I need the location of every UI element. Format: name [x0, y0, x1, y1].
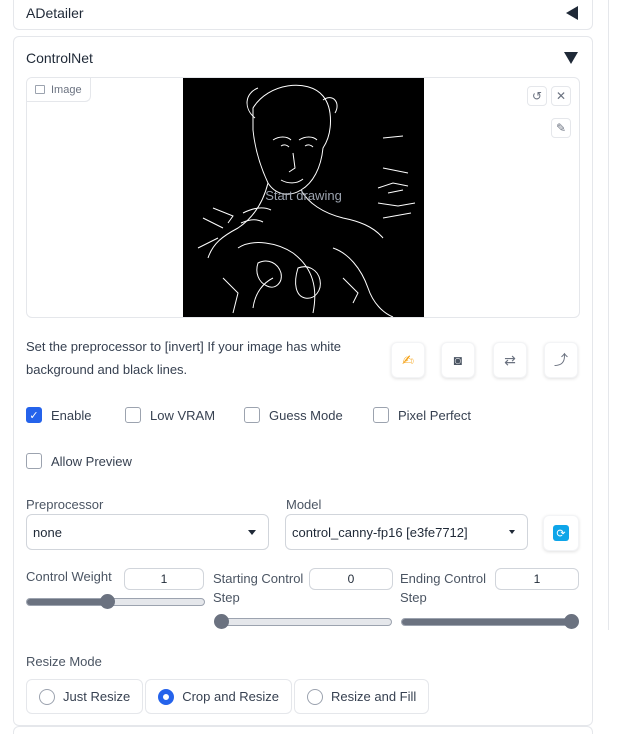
- camera-button[interactable]: ◙: [441, 342, 475, 378]
- radio-dot[interactable]: [39, 688, 55, 705]
- clear-button[interactable]: ✕: [551, 86, 571, 106]
- enable-label: Enable: [51, 407, 92, 423]
- image-label-text: Image: [51, 83, 82, 96]
- curve-arrow-icon: ⤴: [554, 352, 568, 368]
- ending-step-input[interactable]: 1: [495, 568, 579, 590]
- checkbox-box[interactable]: ✓: [26, 407, 42, 423]
- radio-dot[interactable]: [307, 688, 324, 705]
- radio-dot[interactable]: [158, 688, 175, 705]
- resize-mode-radio-group: Just Resize Crop and Resize Resize and F…: [26, 679, 430, 714]
- control-weight-input[interactable]: 1: [124, 568, 204, 590]
- canvas-hint: Start drawing: [265, 188, 342, 203]
- drawing-canvas[interactable]: Start drawing: [183, 78, 424, 317]
- control-weight-slider[interactable]: [26, 594, 205, 609]
- adetailer-accordion[interactable]: ADetailer: [13, 0, 593, 30]
- right-rail: [608, 0, 617, 630]
- preprocessor-value: none: [33, 524, 62, 540]
- close-icon: ✕: [555, 89, 567, 103]
- pixel-perfect-label: Pixel Perfect: [398, 407, 471, 423]
- allow-preview-label: Allow Preview: [51, 453, 132, 469]
- image-input-panel: Image Start drawing ↺ ✕ ✎: [26, 77, 580, 318]
- ending-step-label: Ending Control Step: [400, 569, 486, 607]
- refresh-models-button[interactable]: ⟳: [543, 515, 579, 551]
- checkbox-box[interactable]: [244, 407, 260, 423]
- radio-label: Crop and Resize: [182, 689, 280, 704]
- radio-just-resize[interactable]: Just Resize: [26, 679, 144, 714]
- swap-icon: ⇄: [504, 351, 516, 368]
- adetailer-title[interactable]: ADetailer: [26, 5, 84, 21]
- chevron-down-icon: [509, 530, 515, 534]
- image-icon: [35, 85, 45, 94]
- checkbox-box[interactable]: [125, 407, 141, 423]
- guess-mode-label: Guess Mode: [269, 407, 343, 423]
- low-vram-checkbox[interactable]: Low VRAM: [125, 407, 215, 423]
- collapse-arrow-icon[interactable]: [566, 6, 578, 20]
- ending-step-label-line2: Step: [400, 590, 427, 605]
- edit-button[interactable]: ✍: [391, 342, 425, 378]
- radio-label: Resize and Fill: [331, 689, 417, 704]
- undo-button[interactable]: ↺: [527, 86, 547, 106]
- preprocessor-dropdown[interactable]: none: [26, 514, 269, 550]
- image-label: Image: [27, 78, 91, 102]
- preprocessor-hint: Set the preprocessor to [invert] If your…: [26, 339, 342, 377]
- slider-thumb[interactable]: [214, 614, 229, 629]
- allow-preview-checkbox[interactable]: Allow Preview: [26, 453, 132, 469]
- model-label: Model: [286, 497, 322, 512]
- model-value: control_canny-fp16 [e3fe7712]: [292, 524, 468, 540]
- radio-crop-and-resize[interactable]: Crop and Resize: [145, 679, 293, 714]
- ending-step-slider[interactable]: [401, 614, 579, 629]
- starting-step-input[interactable]: 0: [309, 568, 393, 590]
- checkbox-box[interactable]: [26, 453, 42, 469]
- next-section-border: [13, 726, 593, 734]
- brush-icon: ✎: [555, 121, 567, 135]
- starting-step-label-line1: Starting Control: [213, 571, 304, 586]
- controlnet-title[interactable]: ControlNet: [26, 50, 93, 66]
- slider-fill: [27, 599, 107, 605]
- ending-step-label-line1: Ending Control: [400, 571, 486, 586]
- low-vram-label: Low VRAM: [150, 407, 216, 423]
- pixel-perfect-checkbox[interactable]: Pixel Perfect: [373, 407, 471, 423]
- enable-checkbox[interactable]: ✓ Enable: [26, 407, 91, 423]
- checkbox-box[interactable]: [373, 407, 389, 423]
- refresh-icon: ⟳: [553, 525, 569, 541]
- slider-fill: [402, 619, 571, 625]
- edit-icon: ✍: [402, 351, 414, 368]
- radio-label: Just Resize: [63, 689, 131, 704]
- slider-thumb[interactable]: [564, 614, 579, 629]
- send-dimensions-button[interactable]: ⤴: [544, 342, 578, 378]
- camera-icon: ◙: [453, 352, 463, 368]
- guess-mode-checkbox[interactable]: Guess Mode: [244, 407, 343, 423]
- starting-step-slider[interactable]: [214, 614, 392, 629]
- swap-button[interactable]: ⇄: [493, 342, 527, 378]
- starting-step-label: Starting Control Step: [213, 569, 303, 607]
- starting-step-label-line2: Step: [213, 590, 240, 605]
- slider-thumb[interactable]: [99, 594, 115, 609]
- chevron-down-icon: [248, 530, 256, 535]
- preprocessor-label: Preprocessor: [26, 497, 104, 512]
- resize-mode-label: Resize Mode: [26, 654, 102, 669]
- expand-arrow-icon[interactable]: [564, 52, 578, 64]
- radio-resize-and-fill[interactable]: Resize and Fill: [294, 679, 430, 714]
- brush-button[interactable]: ✎: [551, 118, 571, 138]
- model-dropdown[interactable]: control_canny-fp16 [e3fe7712]: [285, 514, 528, 550]
- undo-icon: ↺: [531, 89, 543, 103]
- control-weight-label: Control Weight: [26, 569, 112, 584]
